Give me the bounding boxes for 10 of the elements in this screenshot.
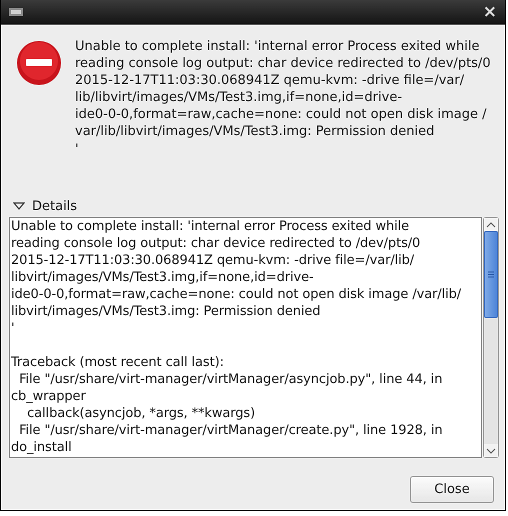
app-icon — [9, 8, 23, 16]
grip-icon — [488, 271, 494, 278]
close-button[interactable]: Close — [410, 476, 494, 503]
close-button[interactable]: × — [482, 4, 497, 20]
scrollbar[interactable] — [483, 217, 499, 458]
error-message: Unable to complete install: 'internal error Process exited while reading console log output: char device redirected to /dev/pts/0 2015-12-17T11:03:30.068941Z qemu-kvm: -drive file=/var/ lib/libvirt/images/VMs/Test3.img,if=none,id=drive- ide0-0-0,format=raw,cache=none: could not open disk image / var/lib/libvirt/images/VMs/Test3.img: Permission denied ' — [75, 38, 491, 159]
error-icon — [16, 40, 62, 86]
details-text: Unable to complete install: 'internal error Process exited while reading console log output: char device redirected to /dev/pts/0 2015-12-17T11:03:30.068941Z qemu-kvm: -drive file=/var/lib/ libvirt/images/VMs/Test3.img,if=none,id=drive- ide0-0-0,format=raw,cache=none: could not open disk image /var/lib/ libvirt/images/VMs/Test3.img: Permission denied ' Traceback (most recent call last): File "/usr/share/virt-manager/virtManager/asyncjob.py", line 44, in cb_wrapper callback(asyncjob, *args, **kwargs) File "/usr/share/virt-manager/virtManager/create.py", line 1928, in do_install — [9, 217, 482, 458]
details-expander[interactable]: Details — [9, 197, 78, 215]
triangle-icon — [13, 202, 25, 210]
